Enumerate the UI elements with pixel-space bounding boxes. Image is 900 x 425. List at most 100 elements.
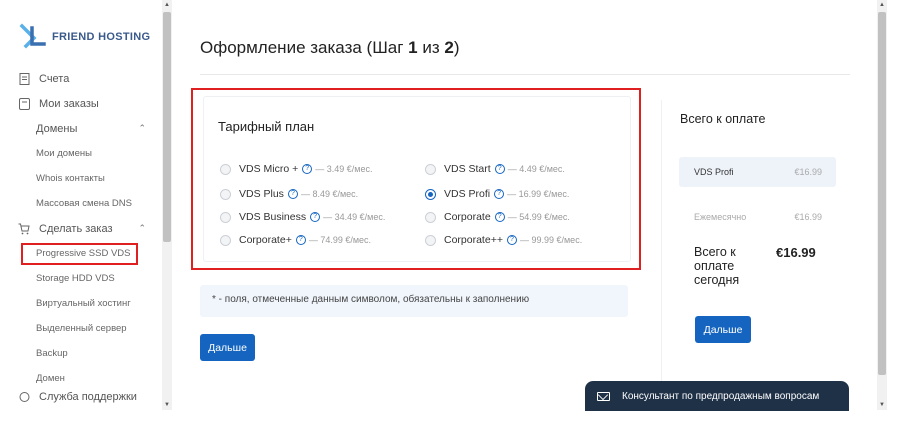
chat-label: Консультант по предпродажным вопросам — [622, 390, 820, 402]
order-summary-card: Всего к оплате VDS Profi €16.99 Ежемесяч… — [661, 100, 851, 410]
summary-title: Всего к оплате — [680, 112, 766, 126]
plan-radio-selected[interactable] — [425, 188, 436, 200]
sidebar-item-label: Выделенный сервер — [36, 323, 127, 334]
plan-option-vds-plus[interactable]: VDS Plus ? — 8.49 €/мес. — [220, 188, 358, 200]
chevron-up-icon: ⌃ — [138, 123, 146, 133]
sidebar-item-support[interactable]: Служба поддержки — [0, 391, 162, 405]
step-total: 2 — [444, 38, 454, 57]
cart-icon — [18, 223, 30, 235]
scroll-down-icon[interactable]: ▼ — [164, 402, 170, 408]
summary-period-price: €16.99 — [794, 212, 822, 222]
summary-product-price: €16.99 — [794, 167, 822, 177]
tariff-plan-inner: Тарифный план VDS Micro + ? — 3.49 €/мес… — [203, 96, 631, 262]
plan-option-corporate-plus[interactable]: Corporate+ ? — 74.99 €/мес. — [220, 234, 371, 246]
sidebar-item-label: Storage HDD VDS — [36, 273, 115, 284]
help-icon[interactable]: ? — [302, 164, 313, 174]
required-fields-note: * - поля, отмеченные данным символом, об… — [200, 285, 628, 317]
plan-name: Corporate++ — [444, 234, 503, 246]
next-button[interactable]: Дальше — [200, 334, 255, 361]
scroll-up-icon[interactable]: ▲ — [879, 2, 885, 8]
help-icon[interactable]: ? — [310, 212, 321, 222]
sidebar-item-invoices[interactable]: Счета — [0, 66, 162, 91]
chevron-up-icon: ⌃ — [138, 223, 146, 233]
summary-product-row: VDS Profi €16.99 — [679, 157, 836, 187]
summary-total-value: €16.99 — [776, 245, 816, 260]
summary-next-button[interactable]: Дальше — [695, 316, 751, 343]
sidebar-item-domain[interactable]: Домен — [0, 366, 162, 391]
plan-price: — 16.99 €/мес. — [507, 189, 570, 199]
sidebar-item-label: Backup — [36, 348, 68, 359]
help-icon[interactable]: ? — [295, 235, 306, 245]
help-icon[interactable]: ? — [494, 164, 505, 174]
plan-radio[interactable] — [220, 188, 231, 200]
plan-radio[interactable] — [425, 234, 436, 246]
tariff-plan-title: Тарифный план — [218, 119, 315, 134]
sidebar-item-label: Мои домены — [36, 148, 92, 159]
plan-radio[interactable] — [220, 211, 231, 223]
plan-radio[interactable] — [220, 163, 231, 175]
document-icon — [18, 72, 30, 85]
tariff-plan-card: Тарифный план VDS Micro + ? — 3.49 €/мес… — [191, 88, 641, 270]
plan-radio[interactable] — [425, 163, 436, 175]
sidebar-item-label: Массовая смена DNS — [36, 198, 132, 209]
sidebar-item-storage-hdd-vds[interactable]: Storage HDD VDS — [0, 266, 162, 291]
sidebar-item-my-domains[interactable]: Мои домены — [0, 141, 162, 166]
sidebar-item-label: Служба поддержки — [39, 391, 137, 403]
main-scroll-thumb[interactable] — [878, 12, 886, 375]
sidebar-item-label: Whois контакты — [36, 173, 105, 184]
page-title-prefix: Оформление заказа (Шаг — [200, 38, 409, 57]
plan-name: VDS Start — [444, 163, 491, 175]
sidebar-item-label: Сделать заказ — [39, 222, 113, 235]
brand-logo[interactable]: FRIEND HOSTING — [18, 22, 150, 52]
sidebar-item-progressive-ssd-vds[interactable]: Progressive SSD VDS — [0, 241, 162, 266]
sidebar-item-virtual-hosting[interactable]: Виртуальный хостинг — [0, 291, 162, 316]
help-icon[interactable]: ? — [287, 189, 298, 199]
scroll-down-icon[interactable]: ▼ — [879, 402, 885, 408]
logo-icon — [18, 22, 48, 52]
main-scrollbar[interactable]: ▲ ▼ — [877, 0, 887, 410]
step-current: 1 — [408, 38, 418, 57]
plan-option-vds-start[interactable]: VDS Start ? — 4.49 €/мес. — [425, 163, 565, 175]
plan-radio[interactable] — [220, 234, 231, 246]
plan-option-vds-business[interactable]: VDS Business ? — 34.49 €/мес. — [220, 211, 385, 223]
plan-name: VDS Profi — [444, 188, 491, 200]
sidebar-item-label: Счета — [39, 72, 70, 85]
plan-price: — 4.49 €/мес. — [507, 164, 565, 174]
sidebar-item-bulk-dns[interactable]: Массовая смена DNS — [0, 191, 162, 216]
help-icon[interactable]: ? — [494, 212, 505, 222]
sidebar-item-place-order[interactable]: Сделать заказ ⌃ — [0, 216, 162, 241]
plan-price: — 3.49 €/мес. — [315, 164, 373, 174]
receipt-icon — [18, 97, 30, 110]
sidebar-item-whois[interactable]: Whois контакты — [0, 166, 162, 191]
sidebar-item-label: Виртуальный хостинг — [36, 298, 131, 309]
support-icon — [18, 391, 30, 403]
sidebar-item-my-orders[interactable]: Мои заказы — [0, 91, 162, 116]
sidebar-scroll-thumb[interactable] — [163, 12, 171, 242]
plan-name: Corporate — [444, 211, 491, 223]
summary-total-label: Всего к оплате сегодня — [694, 245, 740, 287]
page-title-suffix: ) — [453, 38, 460, 57]
sidebar-item-label: Мои заказы — [39, 97, 99, 110]
presales-chat-widget[interactable]: Консультант по предпродажным вопросам — [585, 381, 849, 411]
sidebar-item-domains[interactable]: Домены ⌃ — [0, 116, 162, 141]
sidebar-nav: Счета Мои заказы Домены ⌃ Мои домены Who… — [0, 66, 162, 405]
page-title-mid: из — [417, 38, 445, 57]
plan-option-corporate[interactable]: Corporate ? — 54.99 €/мес. — [425, 211, 570, 223]
highlight-box — [21, 243, 138, 265]
help-icon[interactable]: ? — [494, 189, 505, 199]
plan-price: — 74.99 €/мес. — [308, 235, 372, 245]
plan-name: Corporate+ — [239, 234, 292, 246]
help-icon[interactable]: ? — [506, 235, 517, 245]
sidebar-item-label: Домены — [36, 122, 78, 135]
sidebar-scrollbar[interactable]: ▲ ▼ — [162, 0, 172, 410]
sidebar-item-dedicated-server[interactable]: Выделенный сервер — [0, 316, 162, 341]
summary-period-label: Ежемесячно — [694, 212, 747, 222]
sidebar-item-backup[interactable]: Backup — [0, 341, 162, 366]
plan-name: VDS Plus — [239, 188, 284, 200]
plan-option-vds-profi[interactable]: VDS Profi ? — 16.99 €/мес. — [425, 188, 569, 200]
plan-radio[interactable] — [425, 211, 436, 223]
summary-product-name: VDS Profi — [694, 167, 734, 177]
plan-option-vds-micro-plus[interactable]: VDS Micro + ? — 3.49 €/мес. — [220, 163, 372, 175]
plan-option-corporate-plus-plus[interactable]: Corporate++ ? — 99.99 €/мес. — [425, 234, 582, 246]
scroll-up-icon[interactable]: ▲ — [164, 2, 170, 8]
